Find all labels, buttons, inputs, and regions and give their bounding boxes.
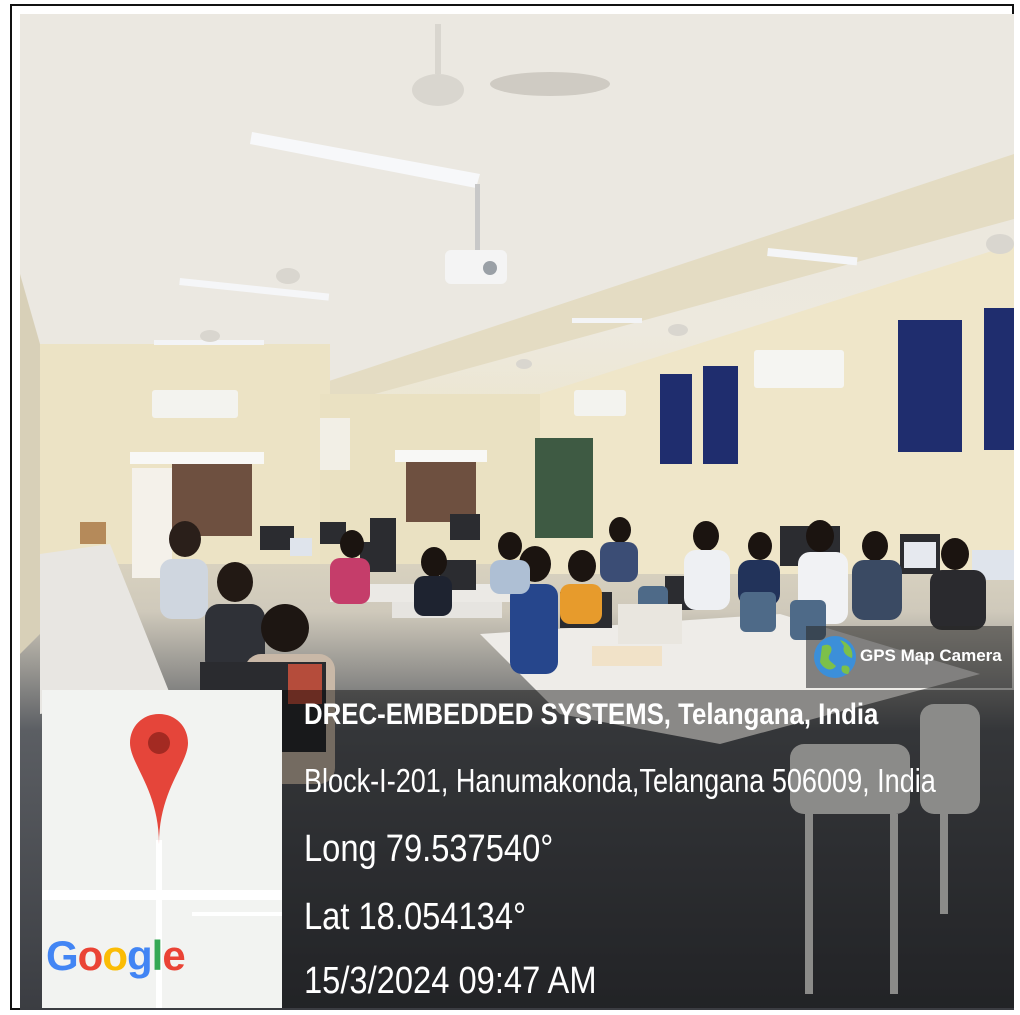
map-road — [192, 912, 282, 916]
latitude-value: Lat 18.054134° — [304, 896, 527, 938]
timestamp: 15/3/2024 09:47 AM — [304, 960, 597, 1002]
google-logo: Google — [46, 932, 186, 979]
globe-icon — [814, 636, 856, 678]
location-info-panel: DREC-EMBEDDED SYSTEMS, Telangana, India … — [282, 690, 1014, 1008]
location-title: DREC-EMBEDDED SYSTEMS, Telangana, India — [304, 698, 879, 731]
gps-badge-label: GPS Map Camera — [860, 646, 1002, 665]
map-thumbnail: Google — [42, 690, 282, 1008]
location-address: Block-I-201, Hanumakonda,Telangana 50600… — [304, 762, 936, 799]
map-road — [42, 890, 282, 900]
longitude-value: Long 79.537540° — [304, 828, 554, 870]
gps-map-camera-badge: GPS Map Camera — [806, 626, 1012, 688]
map-pin-icon — [130, 714, 188, 844]
map-road — [156, 840, 162, 1008]
